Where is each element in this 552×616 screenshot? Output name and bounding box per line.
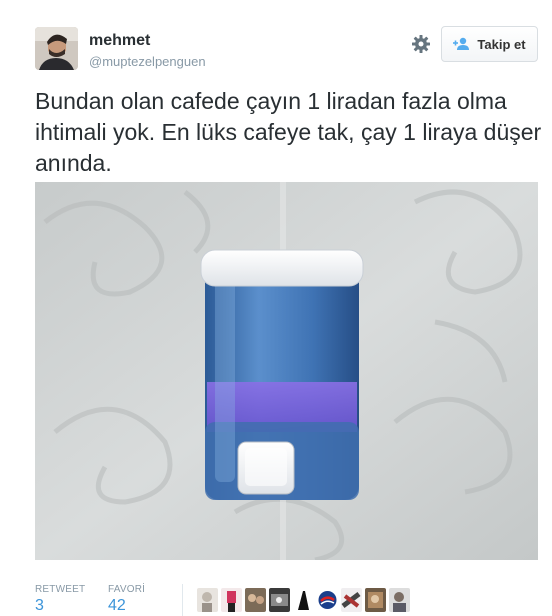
add-user-icon [453,37,470,50]
favorite-count: 42 [108,597,126,614]
follow-button[interactable]: Takip et [441,26,538,62]
user-name[interactable]: mehmet [89,32,150,50]
follow-button-label: Takip et [477,36,526,52]
tweet-photo[interactable] [35,182,538,560]
retweet-count: 3 [35,597,44,614]
gear-icon[interactable] [410,33,432,55]
liker-avatar[interactable] [365,588,386,612]
liker-avatars [197,588,410,616]
liker-avatar[interactable] [389,588,410,612]
favorite-stat[interactable]: FAVORİ 42 [108,584,145,615]
avatar[interactable] [35,27,78,70]
soap-dispenser-photo [35,182,538,560]
avatar-image [35,27,78,70]
retweet-stat[interactable]: RETWEET 3 [35,584,85,615]
liker-avatar[interactable] [341,588,362,612]
liker-avatar[interactable] [245,588,266,612]
user-handle[interactable]: @muptezelpenguen [89,54,206,69]
tweet-header: mehmet @muptezelpenguen Takip et [0,0,552,82]
stats-divider [182,584,183,616]
retweet-label: RETWEET [35,584,86,595]
liker-avatar[interactable] [293,588,314,612]
tweet-text: Bundan olan cafede çayın 1 liradan fazla… [35,88,542,176]
favorite-label: FAVORİ [108,584,146,595]
liker-avatar[interactable] [269,588,290,612]
liker-avatar[interactable] [197,588,218,612]
liker-avatar[interactable] [317,588,338,612]
liker-avatar[interactable] [221,588,242,612]
